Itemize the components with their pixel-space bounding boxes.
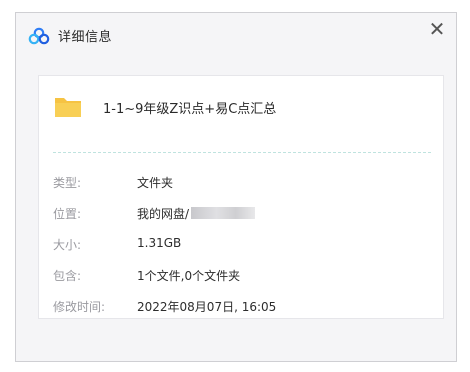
location-value[interactable]: 我的网盘/ [137, 207, 189, 221]
modified-value: 2022年08月07日, 16:05 [137, 300, 277, 314]
type-label: 类型: [53, 176, 82, 190]
location-label: 位置: [53, 207, 82, 221]
dialog-titlebar: 详细信息 ✕ [16, 13, 456, 57]
location-value-wrap: 我的网盘/ [137, 205, 256, 222]
modified-label: 修改时间: [53, 300, 106, 314]
folder-icon [55, 98, 81, 117]
file-name: 1-1~9年级Z识点+易C点汇总 [103, 102, 277, 117]
contains-value: 1个文件,0个文件夹 [137, 269, 241, 283]
contains-label: 包含: [53, 269, 82, 283]
dialog-title: 详细信息 [58, 30, 113, 45]
close-icon: ✕ [428, 17, 446, 41]
size-label: 大小: [53, 238, 82, 252]
close-button[interactable]: ✕ [426, 18, 448, 40]
type-value: 文件夹 [137, 176, 174, 190]
divider [53, 152, 431, 153]
redacted-path [191, 207, 256, 219]
baidu-netdisk-logo-icon [28, 27, 50, 45]
details-dialog: 详细信息 ✕ 1-1~9年级Z识点+易C点汇总 类型: 文件夹 位置: 我的网盘… [15, 12, 457, 362]
size-value: 1.31GB [137, 236, 182, 250]
details-card: 1-1~9年级Z识点+易C点汇总 类型: 文件夹 位置: 我的网盘/ 大小: 1… [38, 75, 444, 319]
